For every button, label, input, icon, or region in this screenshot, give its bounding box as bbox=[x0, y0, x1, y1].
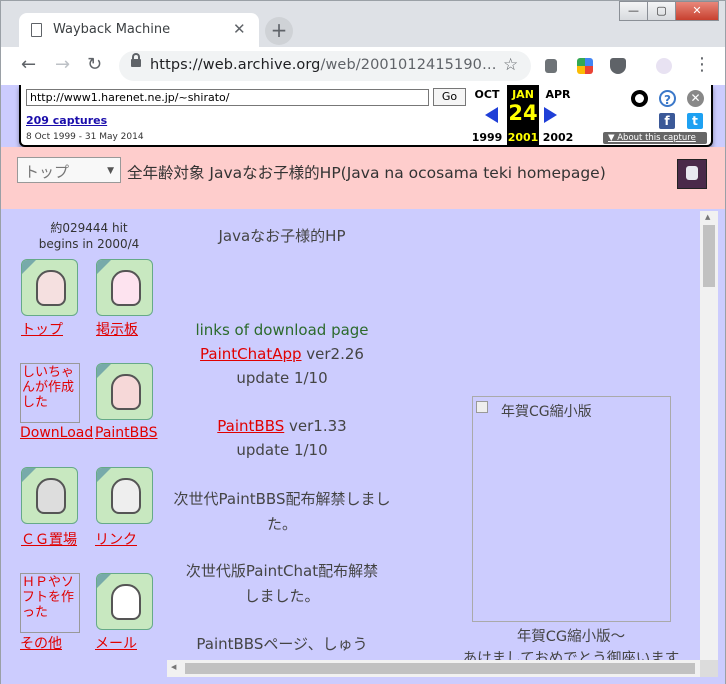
maximize-button[interactable]: ▢ bbox=[647, 1, 676, 21]
extension-icon[interactable] bbox=[545, 59, 557, 73]
cg-icon[interactable] bbox=[21, 467, 78, 524]
wayback-url-input[interactable] bbox=[26, 89, 429, 106]
close-icon[interactable]: ✕ bbox=[687, 90, 704, 107]
next-month[interactable]: APR bbox=[541, 88, 575, 101]
wayback-toolbar: Go 209 captures 8 Oct 1999 - 31 May 2014… bbox=[19, 85, 713, 147]
user-icon[interactable] bbox=[631, 90, 648, 107]
back-button[interactable]: ← bbox=[21, 55, 36, 75]
cg-image-alt: 年賀CG縮小版 bbox=[501, 404, 592, 420]
new-tab-button[interactable]: + bbox=[265, 17, 293, 45]
captures-link[interactable]: 209 captures bbox=[26, 114, 107, 127]
link-icon[interactable] bbox=[96, 467, 153, 524]
news-paintbbs-page: PaintBBSページ、しゅう bbox=[196, 635, 368, 653]
hit-counter: 約029444 hit bbox=[50, 221, 128, 235]
horizontal-scrollbar[interactable]: ◀ bbox=[167, 660, 700, 677]
nav-download-link[interactable]: DownLoad bbox=[20, 425, 93, 441]
page-content: 約029444 hit begins in 2000/4 トップ 掲示板 しいち… bbox=[1, 209, 725, 684]
tab-close-button[interactable]: ✕ bbox=[233, 20, 246, 38]
paintbbs-link[interactable]: PaintBBS bbox=[217, 417, 284, 435]
chevron-down-icon: ▼ bbox=[107, 166, 114, 176]
cg-image-placeholder[interactable]: 年賀CG縮小版 bbox=[472, 396, 671, 622]
reload-button[interactable]: ↻ bbox=[87, 55, 102, 75]
tab-title: Wayback Machine bbox=[53, 22, 171, 37]
current-day: 24 bbox=[508, 101, 538, 125]
bookmark-star-icon[interactable]: ☆ bbox=[503, 55, 518, 75]
download-image-placeholder[interactable]: しいちゃんが作成した bbox=[20, 363, 80, 423]
paintchat-line: PaintChatApp ver2.26 bbox=[171, 345, 393, 363]
vertical-scroll-thumb[interactable] bbox=[703, 225, 715, 287]
page-title: 全年齢対象 Javaなお子様的HP(Java na ocosama teki h… bbox=[127, 164, 606, 182]
next-capture-arrow-icon[interactable] bbox=[544, 107, 557, 123]
prev-capture-arrow-icon[interactable] bbox=[485, 107, 498, 123]
browser-tab[interactable]: Wayback Machine ✕ bbox=[19, 13, 259, 47]
browser-window: Wayback Machine ✕ + — ▢ ✕ ← → ↻ https://… bbox=[0, 0, 726, 684]
menu-icon[interactable]: ⋮ bbox=[693, 55, 711, 75]
profile-icon[interactable] bbox=[656, 58, 672, 74]
paintchat-version: ver2.26 bbox=[301, 345, 364, 363]
nav-links-link[interactable]: リンク bbox=[95, 529, 137, 549]
broken-image-icon bbox=[476, 401, 488, 413]
wayback-go-button[interactable]: Go bbox=[433, 88, 466, 106]
nav-other-link[interactable]: その他 bbox=[20, 633, 62, 653]
paintbbs-icon[interactable] bbox=[96, 363, 153, 420]
prev-month[interactable]: OCT bbox=[470, 88, 504, 101]
address-bar[interactable]: https://web.archive.org/web/200101241519… bbox=[119, 51, 531, 81]
lock-icon bbox=[131, 53, 141, 67]
paintchat-link[interactable]: PaintChatApp bbox=[200, 345, 301, 363]
other-image-placeholder[interactable]: ＨＰやソフトを作った bbox=[20, 573, 80, 633]
paintbbs-line: PaintBBS ver1.33 bbox=[171, 417, 393, 435]
window-close-button[interactable]: ✕ bbox=[675, 1, 719, 21]
scroll-left-icon[interactable]: ◀ bbox=[171, 663, 176, 671]
forward-button[interactable]: → bbox=[55, 55, 70, 75]
page-viewport: Go 209 captures 8 Oct 1999 - 31 May 2014… bbox=[1, 85, 725, 684]
download-heading: links of download page bbox=[195, 321, 369, 339]
help-icon[interactable]: ? bbox=[659, 90, 676, 107]
news-paintbbs: 次世代PaintBBS配布解禁しました。 bbox=[173, 490, 391, 533]
paintchat-update: update 1/10 bbox=[236, 369, 328, 387]
url-host: https://web.archive.org bbox=[150, 57, 321, 73]
scroll-up-icon[interactable]: ▲ bbox=[705, 213, 710, 221]
nav-paintbbs-link[interactable]: PaintBBS bbox=[95, 425, 158, 441]
horizontal-scroll-thumb[interactable] bbox=[185, 663, 695, 674]
begins-date: begins in 2000/4 bbox=[38, 237, 140, 251]
bbs-icon[interactable] bbox=[96, 259, 153, 316]
main-heading: Javaなお子様的HP bbox=[218, 227, 346, 245]
vertical-scrollbar[interactable]: ▲ bbox=[700, 211, 718, 660]
document-icon bbox=[31, 23, 42, 37]
paintbbs-update: update 1/10 bbox=[236, 441, 328, 459]
current-year: 2001 bbox=[507, 131, 539, 144]
nav-bbs-link[interactable]: 掲示板 bbox=[96, 319, 138, 339]
next-year[interactable]: 2002 bbox=[541, 131, 575, 144]
twitter-icon[interactable]: t bbox=[687, 113, 703, 129]
current-capture: JAN 24 2001 bbox=[507, 85, 539, 147]
cg-caption: 年賀CG縮小版～ bbox=[516, 629, 626, 645]
prev-year[interactable]: 1999 bbox=[470, 131, 504, 144]
url-path: /web/2001012415190… bbox=[320, 57, 497, 73]
minimize-button[interactable]: — bbox=[619, 1, 648, 21]
current-month: JAN bbox=[512, 88, 534, 101]
facebook-icon[interactable]: f bbox=[659, 113, 675, 129]
google-extension-icon[interactable] bbox=[577, 58, 593, 74]
nav-top-link[interactable]: トップ bbox=[21, 319, 63, 339]
url-text[interactable]: https://web.archive.org/web/200101241519… bbox=[150, 57, 497, 73]
paintbbs-version: ver1.33 bbox=[284, 417, 347, 435]
scrollbar-corner bbox=[700, 660, 718, 677]
avatar[interactable] bbox=[677, 159, 707, 189]
shield-extension-icon[interactable] bbox=[610, 58, 626, 74]
top-icon[interactable] bbox=[21, 259, 78, 316]
about-capture-link[interactable]: ▼ About this capture bbox=[603, 132, 707, 144]
tab-bar: Wayback Machine ✕ + — ▢ ✕ bbox=[1, 1, 725, 47]
news-paintchat: 次世代版PaintChat配布解禁しました。 bbox=[185, 562, 379, 605]
nav-cg-link[interactable]: ＣＧ置場 bbox=[21, 529, 77, 549]
capture-range: 8 Oct 1999 - 31 May 2014 bbox=[26, 132, 144, 142]
page-select[interactable]: トップ ▼ bbox=[17, 157, 121, 183]
mail-icon[interactable] bbox=[96, 573, 153, 630]
nav-mail-link[interactable]: メール bbox=[95, 633, 137, 653]
page-header: トップ ▼ 全年齢対象 Javaなお子様的HP(Java na ocosama … bbox=[1, 147, 725, 209]
browser-toolbar: ← → ↻ https://web.archive.org/web/200101… bbox=[1, 47, 725, 85]
page-select-value: トップ bbox=[24, 163, 70, 181]
